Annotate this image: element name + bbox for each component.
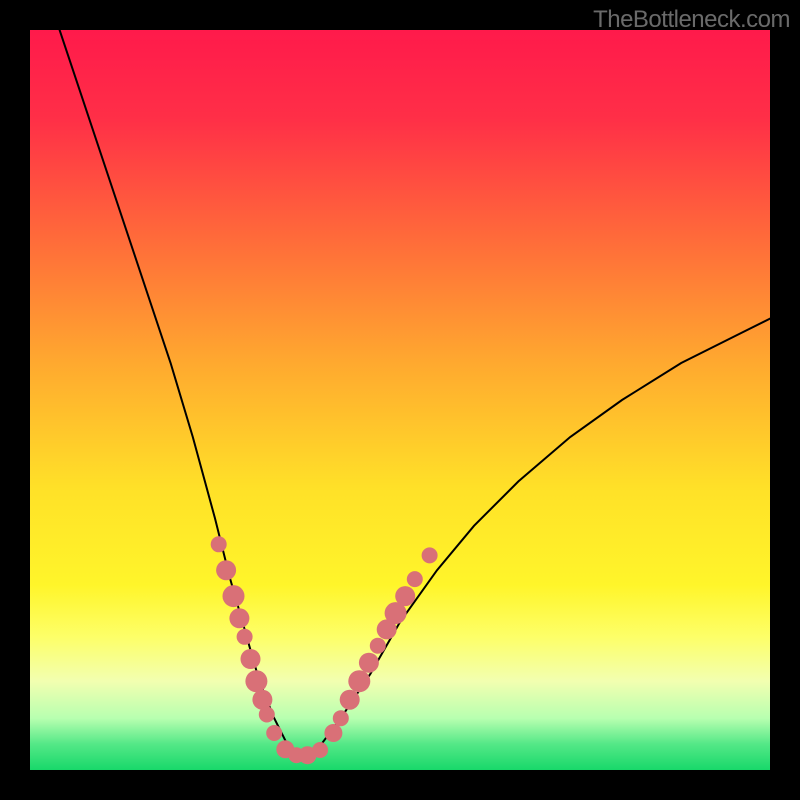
plot-area (30, 30, 770, 770)
data-dot (229, 608, 249, 628)
data-dot (348, 670, 370, 692)
data-dot (407, 571, 423, 587)
data-dot (395, 586, 415, 606)
data-dot (259, 707, 275, 723)
data-dot (211, 536, 227, 552)
data-dot (333, 710, 349, 726)
data-dot (312, 742, 328, 758)
data-dot (359, 653, 379, 673)
data-dot (370, 638, 386, 654)
data-dot (252, 690, 272, 710)
data-dots (30, 30, 770, 770)
data-dot (216, 560, 236, 580)
data-dot (266, 725, 282, 741)
data-dot (340, 690, 360, 710)
data-dot (324, 724, 342, 742)
data-dot (237, 629, 253, 645)
data-dot (223, 585, 245, 607)
data-dot (245, 670, 267, 692)
data-dot (422, 547, 438, 563)
data-dot (241, 649, 261, 669)
